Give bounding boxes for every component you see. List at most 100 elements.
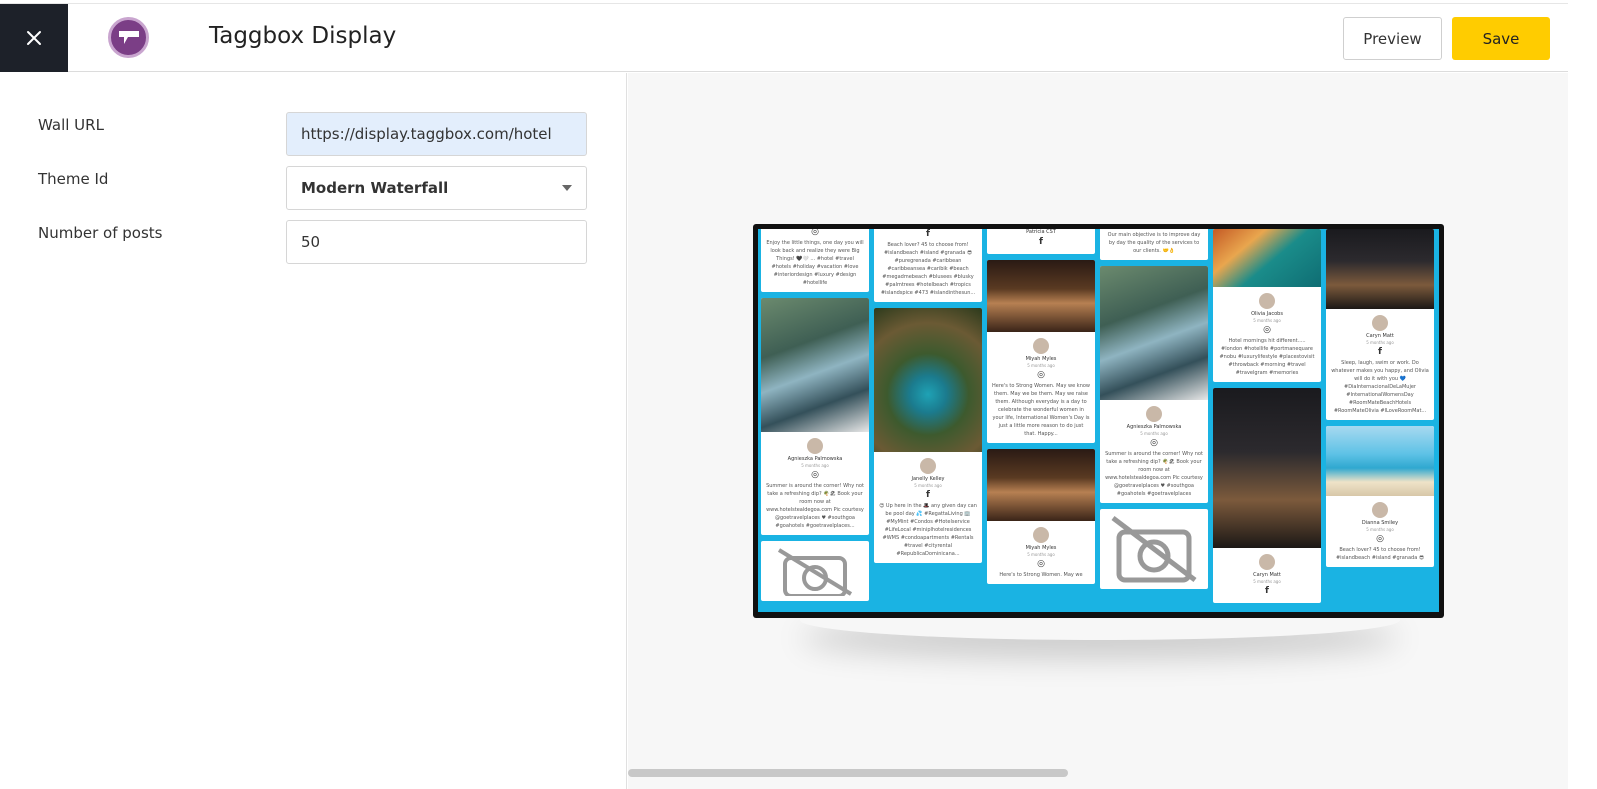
post-caption: Hotel mornings hit different..... #londo… [1219,338,1315,376]
post-card[interactable]: Miyah Myles 5 months ago ◎ Here's to Str… [987,260,1095,443]
post-image [987,260,1095,332]
header-bar: Taggbox Display Preview Save [0,4,1568,72]
post-caption: Here's to Strong Women. May we [999,572,1083,578]
post-author: Agnieszka Palmowska [787,456,843,462]
post-card[interactable]: Our main objective is to improve day by … [1100,229,1208,260]
post-image [1326,426,1434,496]
post-card[interactable]: f Beach lover? 45 to choose from! #islan… [874,229,982,302]
wall-column-3: Patricia CST f Miyah Myles 5 months ago … [987,229,1095,590]
avatar [1033,338,1049,354]
chevron-down-icon [562,185,572,191]
post-time: 5 months ago [1027,552,1055,557]
vertical-scrollbar-area [1568,0,1597,789]
post-author: Agnieszka Palmowska [1126,424,1182,430]
post-time: 5 months ago [1253,579,1281,584]
post-caption: Beach lover? 45 to choose from! #islandb… [1335,547,1425,561]
facebook-icon: f [1039,237,1043,247]
wall-column-5: Olivia Jacobs 5 months ago ◎ Hotel morni… [1213,229,1321,609]
post-card[interactable]: Caryn Matt 5 months ago f Sleep, laugh, … [1326,229,1434,420]
chat-bubble-icon [118,30,139,44]
preview-button[interactable]: Preview [1343,17,1442,60]
post-caption: 😍 Up here in the 🎩 any given day can be … [879,503,977,557]
post-image [1326,229,1434,309]
post-caption: Here's to Strong Women. May we know them… [992,383,1091,437]
no-image-camera-icon [1111,516,1197,583]
close-button[interactable] [0,4,68,72]
instagram-icon: ◎ [811,470,819,480]
avatar [1146,406,1162,422]
post-card[interactable]: Patricia CST f [987,229,1095,254]
post-author: Miyah Myles [1025,356,1057,362]
horizontal-scrollbar-thumb[interactable] [628,769,1068,777]
post-card[interactable]: Dianna Smiley 5 months ago ◎ Beach lover… [1326,426,1434,567]
facebook-icon: f [1265,586,1269,596]
post-image [1213,229,1321,287]
wall-column-1: ◎ Enjoy the little things, one day you w… [761,229,869,607]
post-caption: Summer is around the corner! Why not tak… [766,483,864,529]
instagram-icon: ◎ [1263,325,1271,335]
social-wall: ◎ Enjoy the little things, one day you w… [758,229,1439,612]
post-author: Caryn Matt [1366,333,1394,339]
wall-column-2: f Beach lover? 45 to choose from! #islan… [874,229,982,569]
post-image [1100,266,1208,400]
post-card[interactable]: Caryn Matt 5 months ago f [1213,388,1321,603]
post-time: 5 months ago [1366,340,1394,345]
post-card[interactable]: Olivia Jacobs 5 months ago ◎ Hotel morni… [1213,229,1321,382]
post-author: Caryn Matt [1253,572,1281,578]
theme-id-select[interactable]: Modern Waterfall [286,166,587,210]
facebook-icon: f [1378,347,1382,357]
post-image [987,449,1095,521]
post-caption: Enjoy the little things, one day you wil… [766,240,864,286]
post-author: Dianna Smiley [1361,520,1399,526]
facebook-icon: f [926,490,930,500]
post-card-placeholder[interactable] [761,541,869,601]
wall-url-input[interactable]: https://display.taggbox.com/hotel [286,112,587,156]
post-image [761,298,869,432]
avatar [1033,527,1049,543]
post-card[interactable]: Agnieszka Palmowska 5 months ago ◎ Summe… [1100,266,1208,503]
facebook-icon: f [926,229,930,239]
post-author: Miyah Myles [1025,545,1057,551]
instagram-icon: ◎ [811,229,819,237]
post-time: 5 months ago [801,463,829,468]
post-card[interactable]: ◎ Enjoy the little things, one day you w… [761,229,869,292]
avatar [1259,554,1275,570]
display-preview-frame: ◎ Enjoy the little things, one day you w… [753,224,1444,618]
avatar [1372,315,1388,331]
settings-panel: Wall URL https://display.taggbox.com/hot… [0,73,627,789]
post-time: 5 months ago [1027,363,1055,368]
post-image [1213,388,1321,548]
post-author: Patricia CST [1026,229,1056,235]
wall-url-label: Wall URL [38,116,104,134]
post-time: 5 months ago [1366,527,1394,532]
avatar [1372,502,1388,518]
post-card[interactable]: Agnieszka Palmowska 5 months ago ◎ Summe… [761,298,869,535]
avatar [1259,293,1275,309]
theme-id-value: Modern Waterfall [301,179,449,197]
avatar [920,458,936,474]
post-card-placeholder[interactable] [1100,509,1208,589]
post-card[interactable]: Janelly Kelley 5 months ago f 😍 Up here … [874,308,982,563]
instagram-icon: ◎ [1037,370,1045,380]
post-caption: Sleep, laugh, swim or work. Do whatever … [1331,360,1429,414]
instagram-icon: ◎ [1376,534,1384,544]
number-of-posts-label: Number of posts [38,224,163,242]
instagram-icon: ◎ [1150,438,1158,448]
taggbox-logo [108,17,149,58]
page-title: Taggbox Display [209,23,397,49]
wall-column-6: Caryn Matt 5 months ago f Sleep, laugh, … [1326,229,1434,573]
post-time: 5 months ago [1253,318,1281,323]
post-time: 5 months ago [914,483,942,488]
avatar [807,438,823,454]
post-card[interactable]: Miyah Myles 5 months ago ◎ Here's to Str… [987,449,1095,584]
post-caption: Summer is around the corner! Why not tak… [1105,451,1203,497]
wall-column-4: Our main objective is to improve day by … [1100,229,1208,595]
number-of-posts-input[interactable]: 50 [286,220,587,264]
post-author: Janelly Kelley [911,476,945,482]
save-button[interactable]: Save [1452,17,1550,60]
post-image [874,308,982,452]
instagram-icon: ◎ [1037,559,1045,569]
post-caption: Our main objective is to improve day by … [1107,232,1201,254]
post-author: Olivia Jacobs [1251,311,1283,317]
theme-id-label: Theme Id [38,170,109,188]
